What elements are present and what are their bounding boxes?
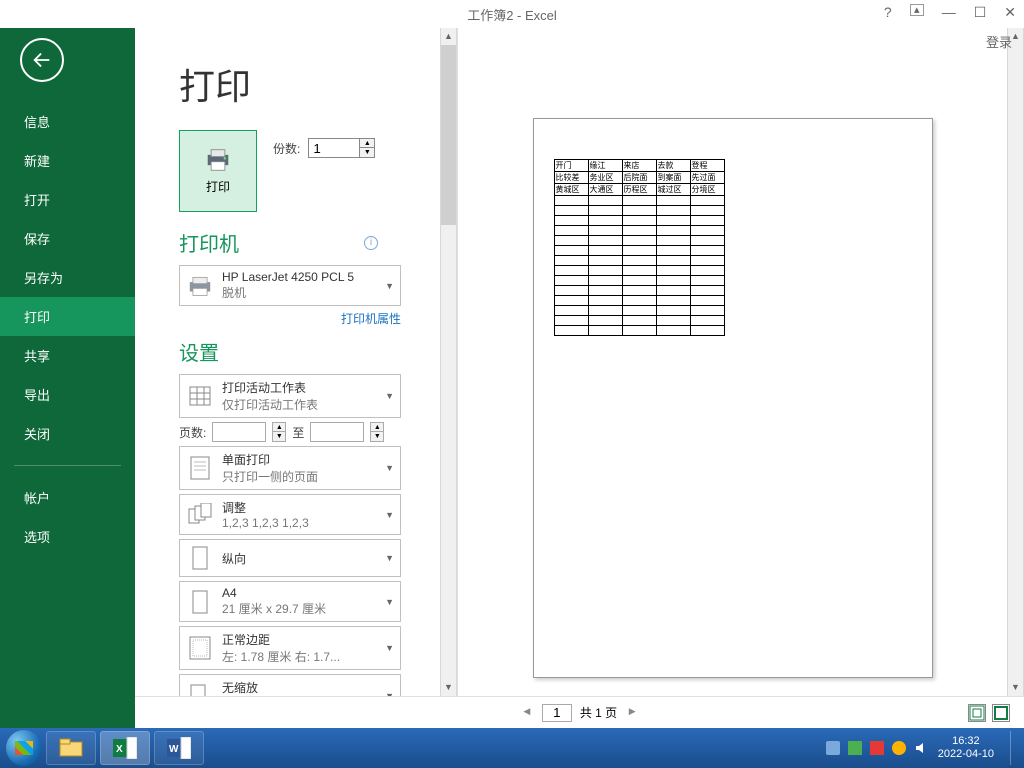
zoom-to-page-icon[interactable] — [992, 704, 1010, 722]
nav-open[interactable]: 打开 — [0, 180, 135, 219]
tray-volume-icon[interactable] — [914, 741, 928, 755]
duplex-dropdown[interactable]: 单面打印只打印一侧的页面 ▼ — [179, 446, 401, 490]
print-preview: 开门缘江来店去款登程比较差务业区后院面到案面先过面黄城区大通区历程区城过区分境区 — [457, 28, 1007, 696]
close-icon[interactable]: ✕ — [1004, 4, 1016, 21]
task-excel[interactable]: X — [100, 731, 150, 765]
pages-to-label: 至 — [292, 424, 304, 441]
chevron-down-icon: ▼ — [385, 391, 394, 401]
pages-label: 页数: — [179, 424, 206, 441]
start-button[interactable] — [6, 730, 42, 766]
tray-shield-icon[interactable] — [870, 741, 884, 755]
tray-flag-icon[interactable] — [848, 741, 862, 755]
tray-clock[interactable]: 16:32 2022-04-10 — [938, 735, 994, 761]
titlebar: 工作簿2 - Excel ? ▴ — ☐ ✕ — [0, 0, 1024, 28]
taskbar: X W 16:32 2022-04-10 — [0, 728, 1024, 768]
svg-text:X: X — [116, 744, 123, 755]
worksheet-icon — [186, 382, 214, 410]
preview-page: 开门缘江来店去款登程比较差务业区后院面到案面先过面黄城区大通区历程区城过区分境区 — [533, 118, 933, 678]
ribbon-options-icon[interactable]: ▴ — [910, 4, 924, 16]
margins-dropdown[interactable]: 正常边距左: 1.78 厘米 右: 1.7... ▼ — [179, 626, 401, 670]
scaling-dropdown[interactable]: 100 无缩放打印实际大小的工作表 ▼ — [179, 674, 401, 696]
tray-ime-icon[interactable] — [826, 741, 840, 755]
window-title: 工作簿2 - Excel — [467, 5, 557, 24]
chevron-down-icon: ▼ — [385, 281, 394, 291]
page-title: 打印 — [179, 58, 420, 110]
copies-label: 份数: — [273, 140, 300, 157]
nav-share[interactable]: 共享 — [0, 336, 135, 375]
pages-from-input[interactable] — [212, 422, 266, 442]
collate-icon — [186, 501, 214, 529]
orientation-dropdown[interactable]: 纵向 ▼ — [179, 539, 401, 577]
printer-properties-link[interactable]: 打印机属性 — [179, 310, 401, 327]
main: 打印 打印 份数: ▲▼ — [135, 28, 1024, 728]
back-button[interactable] — [20, 38, 64, 82]
nav-account[interactable]: 帐户 — [0, 478, 135, 517]
copies-up[interactable]: ▲ — [360, 139, 374, 148]
login-link[interactable]: 登录 — [986, 32, 1012, 51]
print-options: 打印 打印 份数: ▲▼ — [135, 28, 440, 696]
portrait-icon — [186, 544, 214, 572]
paper-icon — [186, 588, 214, 616]
info-icon[interactable]: i — [364, 236, 378, 250]
paper-dropdown[interactable]: A421 厘米 x 29.7 厘米 ▼ — [179, 581, 401, 622]
tray-network-icon[interactable] — [892, 741, 906, 755]
task-explorer[interactable] — [46, 731, 96, 765]
sidebar: 信息 新建 打开 保存 另存为 打印 共享 导出 关闭 帐户 选项 — [0, 28, 135, 728]
next-page-button[interactable]: ▶ — [625, 706, 639, 720]
print-button-label: 打印 — [206, 178, 230, 195]
chevron-down-icon: ▼ — [385, 463, 394, 473]
options-scrollbar[interactable]: ▲ ▼ — [440, 28, 457, 696]
chevron-down-icon: ▼ — [385, 597, 394, 607]
chevron-down-icon: ▼ — [385, 553, 394, 563]
nav-print[interactable]: 打印 — [0, 297, 135, 336]
collate-dropdown[interactable]: 调整1,2,3 1,2,3 1,2,3 ▼ — [179, 494, 401, 535]
nav-divider — [14, 465, 121, 466]
chevron-down-icon: ▼ — [385, 510, 394, 520]
task-word[interactable]: W — [154, 731, 204, 765]
nav-save[interactable]: 保存 — [0, 219, 135, 258]
maximize-icon[interactable]: ☐ — [974, 4, 987, 21]
nav-saveas[interactable]: 另存为 — [0, 258, 135, 297]
print-scope-dropdown[interactable]: 打印活动工作表仅打印活动工作表 ▼ — [179, 374, 401, 418]
pages-to-spin[interactable]: ▲▼ — [370, 422, 384, 442]
minimize-icon[interactable]: — — [942, 4, 956, 21]
nav-info[interactable]: 信息 — [0, 102, 135, 141]
chevron-down-icon: ▼ — [385, 643, 394, 653]
nav-close[interactable]: 关闭 — [0, 414, 135, 453]
pages-from-spin[interactable]: ▲▼ — [272, 422, 286, 442]
printer-device-icon — [186, 272, 214, 300]
nav-export[interactable]: 导出 — [0, 375, 135, 414]
settings-section-title: 设置 — [179, 337, 420, 366]
arrow-left-icon — [31, 49, 53, 71]
scaling-icon: 100 — [186, 682, 214, 696]
show-margins-icon[interactable] — [968, 704, 986, 722]
prev-page-button[interactable]: ◀ — [520, 706, 534, 720]
preview-scrollbar[interactable]: ▲ ▼ — [1007, 28, 1024, 696]
help-icon[interactable]: ? — [884, 4, 892, 21]
nav-new[interactable]: 新建 — [0, 141, 135, 180]
page-number-input[interactable] — [542, 704, 572, 722]
system-tray: 16:32 2022-04-10 — [826, 731, 1018, 765]
nav-options[interactable]: 选项 — [0, 517, 135, 556]
page-total-label: 共 1 页 — [580, 704, 617, 721]
printer-status: 脱机 — [222, 284, 377, 301]
copies-down[interactable]: ▼ — [360, 148, 374, 157]
page-single-icon — [186, 454, 214, 482]
show-desktop[interactable] — [1010, 731, 1018, 765]
printer-dropdown[interactable]: HP LaserJet 4250 PCL 5 脱机 ▼ — [179, 265, 401, 306]
preview-table: 开门缘江来店去款登程比较差务业区后院面到案面先过面黄城区大通区历程区城过区分境区 — [554, 159, 725, 336]
preview-footer: ◀ 共 1 页 ▶ — [135, 696, 1024, 728]
copies-spinner[interactable]: ▲▼ — [308, 138, 375, 158]
print-button[interactable]: 打印 — [179, 130, 257, 212]
copies-input[interactable] — [308, 138, 360, 158]
pages-to-input[interactable] — [310, 422, 364, 442]
printer-name: HP LaserJet 4250 PCL 5 — [222, 270, 377, 284]
svg-text:W: W — [169, 744, 179, 755]
printer-icon — [203, 148, 233, 172]
printer-section-title: 打印机 i — [179, 228, 420, 257]
margins-icon — [186, 634, 214, 662]
